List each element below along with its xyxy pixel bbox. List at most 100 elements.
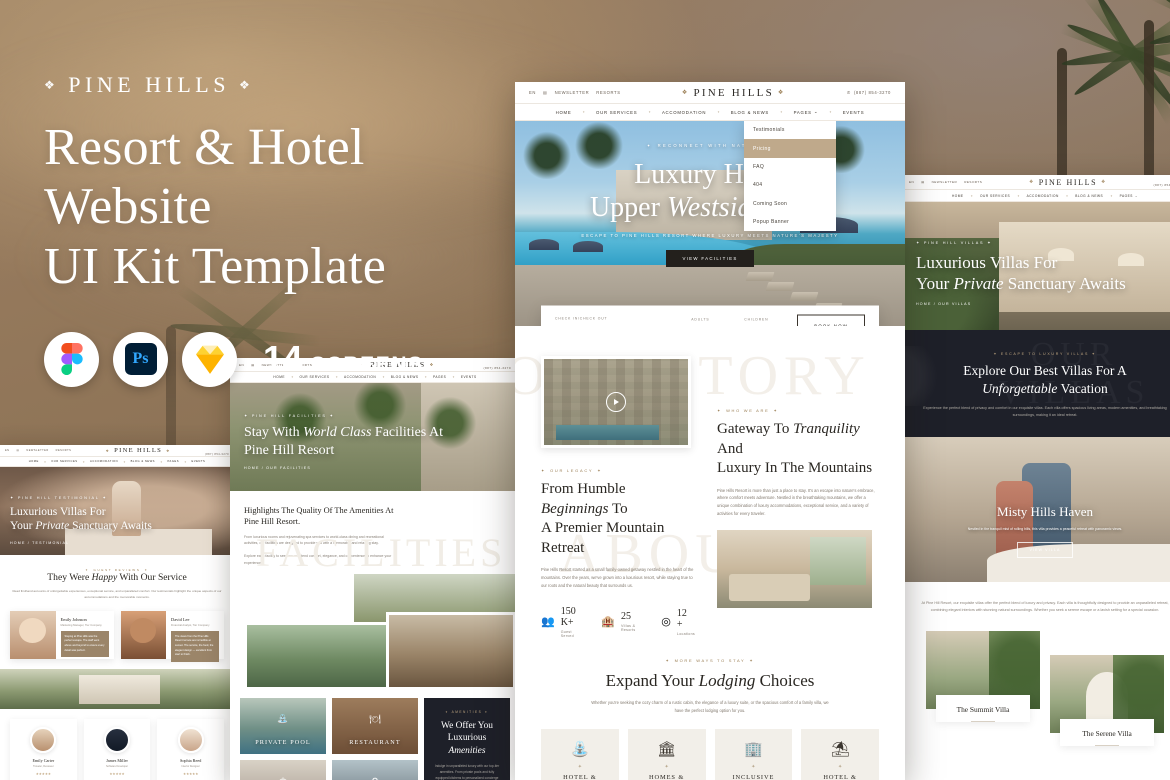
phone-number[interactable]: (887) 854-3270: [854, 90, 891, 95]
testimonial-card[interactable]: David Lee Financial Analyst, Tier Compan…: [120, 610, 224, 663]
view-facilities-button[interactable]: VIEW FACILITIES: [666, 250, 754, 268]
testimonial-page-mockup[interactable]: EN ▤ NEWSLETTER RESORTS ❖ PINE HILLS ❖ (88…: [0, 445, 236, 780]
booking-bar[interactable]: CHECK IN/CHECK OUT SELECT DATE ⌄ ADULTS …: [541, 305, 879, 327]
main-nav[interactable]: HOME ✦ OUR SERVICES ✦ ACCOMODATION ✦ BLOG &…: [0, 457, 236, 467]
nav-item-home[interactable]: HOME: [29, 460, 39, 463]
testimonial-role: Marketing Manager, Tier Company: [60, 623, 102, 627]
lang-selector[interactable]: EN: [529, 90, 536, 95]
testimonial-grid-card[interactable]: James Miller Software Developer ★★★★★ I'…: [83, 718, 151, 780]
testimonial-grid: Emily Carter Traveler, Reviewer ★★★★★ Pi…: [0, 709, 236, 780]
newsletter-link[interactable]: NEWSLETTER: [555, 90, 590, 95]
newsletter-link[interactable]: NEWSLETTER: [932, 180, 958, 184]
story-video-thumbnail[interactable]: [541, 356, 691, 448]
testimonial-role: Financial Analyst, Tier Company: [171, 623, 210, 627]
phone-number[interactable]: (887) 854-3270: [1154, 183, 1170, 187]
dropdown-item-404[interactable]: 404: [744, 176, 836, 194]
villa-card[interactable]: The Summit Villa: [926, 630, 1040, 722]
nav-item-accomodation[interactable]: ACCOMODATION: [662, 110, 706, 115]
nav-item-pages[interactable]: PAGES ⌄: [794, 109, 819, 115]
main-nav[interactable]: HOME ✦ OUR SERVICES ✦ ACCOMODATION ✦ BLOG &…: [900, 190, 1170, 202]
lodging-card[interactable]: 🏛 ✦ HOMES & VILLAS Relax in spacious, pr…: [627, 728, 706, 780]
adults-field[interactable]: ADULTS − 00 +: [691, 318, 732, 327]
featured-villa-card[interactable]: Misty Hills Haven Nestled in the tranqui…: [900, 437, 1170, 583]
dropdown-item-popup-banner[interactable]: Popup Banner: [744, 213, 836, 231]
nav-item-home[interactable]: HOME: [952, 194, 964, 198]
resorts-link[interactable]: RESORTS: [56, 449, 72, 452]
cart-icon[interactable]: ▤: [921, 180, 924, 184]
testimonial-grid-card[interactable]: Sophia Reed Interior Designer ★★★★★ From…: [157, 718, 224, 780]
hero-eyebrow: ✦ PINE HILL FACILITIES ✦: [244, 414, 335, 418]
nav-item-our-services[interactable]: OUR SERVICES: [980, 194, 1010, 198]
villa-card[interactable]: The Serene Villa: [1050, 654, 1164, 746]
nav-item-our-services[interactable]: OUR SERVICES: [51, 460, 77, 463]
date-value[interactable]: SELECT DATE ⌄: [555, 326, 679, 327]
panel-heading: We Offer You Luxurious Amenities: [441, 721, 493, 756]
nav-item-blog-news[interactable]: BLOG & NEWS: [731, 110, 769, 115]
brand-logo[interactable]: ❖ PINE HILLS ❖: [106, 447, 171, 454]
nav-item-events[interactable]: EVENTS: [843, 110, 865, 115]
facility-card[interactable]: ❀ SPA SERVICE: [240, 760, 326, 780]
newsletter-link[interactable]: NEWSLETTER: [26, 449, 48, 452]
lodging-card[interactable]: ⛱ ✦ HOTEL & TRAVEL Convenient packages c…: [801, 728, 879, 780]
resorts-link[interactable]: RESORTS: [964, 180, 982, 184]
breadcrumb[interactable]: HOME / TESTIMONIAL: [10, 541, 152, 545]
lodging-heading: Expand Your Lodging Choices: [605, 670, 815, 690]
facilities-page-mockup[interactable]: EN ▤ NEWSLETTER RESORTS ❖ PINE HILLS ❖ (88…: [230, 358, 520, 780]
main-nav[interactable]: HOME ✦ OUR SERVICES ✦ ACCOMODATION ✦ BLOG &…: [515, 104, 905, 121]
section-heading: They Were Happy With Our Service: [47, 572, 187, 583]
pages-dropdown-menu[interactable]: Testimonials Pricing FAQ 404 Coming Soon…: [744, 121, 836, 232]
villa-cards-grid: The Summit Villa The Serene Villa: [920, 630, 1170, 746]
children-label: CHILDREN: [744, 317, 769, 322]
avatar: [103, 726, 130, 753]
villas-page-mockup[interactable]: EN ▤ NEWSLETTER RESORTS ❖ PINE HILLS ❖ (88…: [900, 175, 1170, 780]
amenities-panel: ✦ AMENITIES ✦ We Offer You Luxurious Ame…: [424, 698, 510, 780]
dropdown-item-coming-soon[interactable]: Coming Soon: [744, 195, 836, 213]
date-field[interactable]: CHECK IN/CHECK OUT SELECT DATE ⌄: [555, 317, 679, 327]
nav-item-our-services[interactable]: OUR SERVICES: [596, 110, 637, 115]
breadcrumb[interactable]: HOME / OUR FACILITIES: [244, 466, 443, 470]
phone-number[interactable]: (887) 854-3270: [205, 453, 229, 456]
play-button-icon[interactable]: [606, 392, 626, 412]
sketch-icon: [182, 331, 237, 387]
travel-icon: ⛱: [830, 740, 850, 758]
facility-card[interactable]: ⛲ PRIVATE POOL: [240, 698, 326, 755]
nav-item-blog-news[interactable]: BLOG & NEWS: [131, 460, 155, 463]
testimonial-name: David Lee: [171, 616, 190, 622]
book-now-button[interactable]: BOOK NOW: [797, 314, 865, 326]
lang-selector[interactable]: EN: [5, 449, 10, 452]
homepage-mockup[interactable]: EN ▤ NEWSLETTER RESORTS ❖ PINE HILLS ❖ ✆ (…: [515, 82, 905, 780]
avatar: [120, 610, 167, 659]
brand-logo[interactable]: ❖ PINE HILLS ❖: [682, 87, 786, 99]
dropdown-item-pricing[interactable]: Pricing: [744, 139, 836, 158]
resort-photo-strip: [0, 668, 236, 709]
interior-photo: [717, 530, 872, 609]
resorts-link[interactable]: RESORTS: [596, 90, 620, 95]
breadcrumb[interactable]: HOME / OUR VILLAS: [916, 302, 1126, 306]
nav-item-accomodation[interactable]: ACCOMODATION: [90, 460, 118, 463]
facility-card[interactable]: ⚙ QUALITY GYM: [332, 760, 418, 780]
building-icon: 🏢: [744, 740, 763, 758]
villas-hero-text: ✦ PINE HILL VILLAS ✦ Luxurious Villas Fo…: [916, 240, 1126, 306]
nav-item-events[interactable]: EVENTS: [192, 460, 206, 463]
cart-icon[interactable]: ▤: [543, 90, 548, 95]
facility-card[interactable]: 🍽 RESTAURANT: [332, 698, 418, 755]
view-villa-button[interactable]: VIEW VILLA: [1016, 542, 1074, 559]
lodging-card[interactable]: ⛲ ✦ HOTEL & RESORT Enjoy top-tier comfor…: [541, 728, 619, 780]
who-paragraph: Pine Hills Resort is more than just a pl…: [717, 487, 875, 517]
lodging-card[interactable]: 🏢 ✦ INCLUSIVE RESORT All-inclusive stays…: [714, 728, 793, 780]
cart-icon[interactable]: ▤: [17, 449, 20, 452]
lang-selector[interactable]: EN: [909, 180, 914, 184]
testimonial-grid-card[interactable]: Emily Carter Traveler, Reviewer ★★★★★ Pi…: [10, 718, 77, 780]
brand-logo[interactable]: ❖ PINE HILLS ❖: [1029, 178, 1107, 187]
children-field[interactable]: CHILDREN − 00 +: [744, 318, 785, 327]
testimonial-card[interactable]: Emily Johnson Marketing Manager, Tier Co…: [10, 610, 114, 659]
villa-name: The Serene Villa: [1082, 728, 1132, 738]
dropdown-item-testimonials[interactable]: Testimonials: [744, 121, 836, 139]
nav-item-home[interactable]: HOME: [556, 110, 572, 115]
dropdown-item-faq[interactable]: FAQ: [744, 158, 836, 176]
nav-item-blog-news[interactable]: BLOG & NEWS: [1075, 194, 1103, 198]
nav-item-accomodation[interactable]: ACCOMODATION: [1027, 194, 1059, 198]
nav-item-pages[interactable]: PAGES ⌄: [1120, 194, 1138, 198]
plus-divider-icon: ✦: [751, 763, 756, 770]
nav-item-pages[interactable]: PAGES: [167, 460, 179, 463]
